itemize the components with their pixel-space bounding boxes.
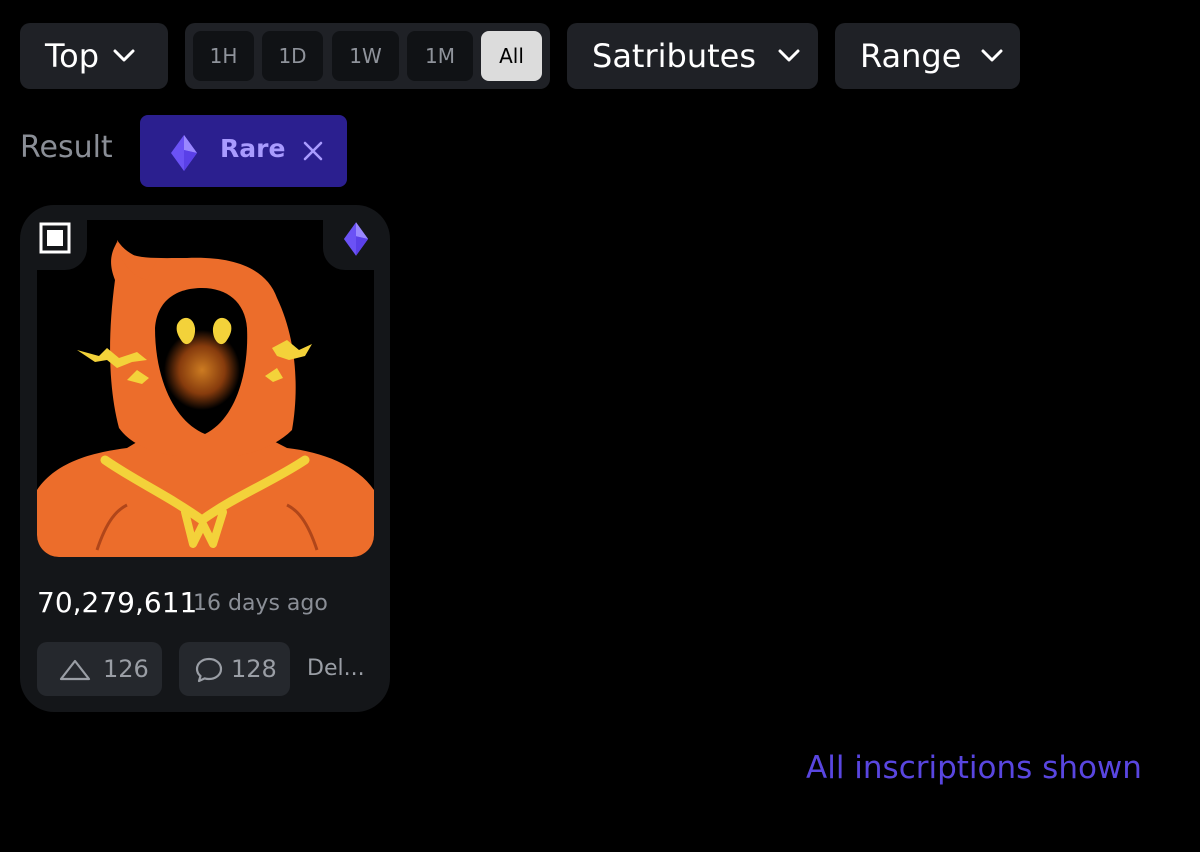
- inscription-card[interactable]: 70,279,611 16 days ago 126 128 Del...: [20, 205, 390, 712]
- upvote-button[interactable]: 126: [37, 642, 162, 696]
- upvote-count: 126: [103, 655, 149, 683]
- range-dropdown-label: Range: [860, 37, 962, 75]
- hooded-figure-artwork: [37, 220, 374, 557]
- sort-dropdown-label: Top: [45, 37, 99, 75]
- triangle-up-icon: [59, 659, 91, 681]
- satributes-dropdown-label: Satributes: [592, 37, 757, 75]
- sort-dropdown[interactable]: Top: [20, 23, 168, 89]
- comment-count: 128: [231, 655, 277, 683]
- time-range-1d[interactable]: 1D: [262, 31, 323, 81]
- time-range-1w[interactable]: 1W: [332, 31, 399, 81]
- diamond-icon: [171, 135, 197, 171]
- time-range-1m[interactable]: 1M: [407, 31, 473, 81]
- inscription-image[interactable]: [37, 220, 374, 557]
- rare-chip-label: Rare: [220, 134, 286, 163]
- time-range-selector: 1H 1D 1W 1M All: [185, 23, 550, 89]
- chevron-down-icon: [981, 49, 1003, 62]
- range-dropdown[interactable]: Range: [835, 23, 1020, 89]
- time-range-all[interactable]: All: [481, 31, 542, 81]
- comment-button[interactable]: 128: [179, 642, 290, 696]
- inscription-owner[interactable]: Del...: [307, 656, 365, 681]
- close-icon[interactable]: [303, 141, 323, 161]
- diamond-icon: [343, 222, 369, 256]
- chevron-down-icon: [778, 49, 800, 62]
- checkbox-icon[interactable]: [39, 222, 71, 254]
- inscription-time: 16 days ago: [193, 591, 328, 616]
- satributes-dropdown[interactable]: Satributes: [567, 23, 818, 89]
- all-inscriptions-shown-message: All inscriptions shown: [806, 750, 1142, 786]
- comment-bubble-icon: [195, 657, 223, 683]
- rare-filter-chip[interactable]: Rare: [140, 115, 347, 187]
- inscription-number: 70,279,611: [37, 586, 198, 619]
- chevron-down-icon: [113, 49, 135, 62]
- time-range-1h[interactable]: 1H: [193, 31, 254, 81]
- result-label: Result: [20, 130, 113, 165]
